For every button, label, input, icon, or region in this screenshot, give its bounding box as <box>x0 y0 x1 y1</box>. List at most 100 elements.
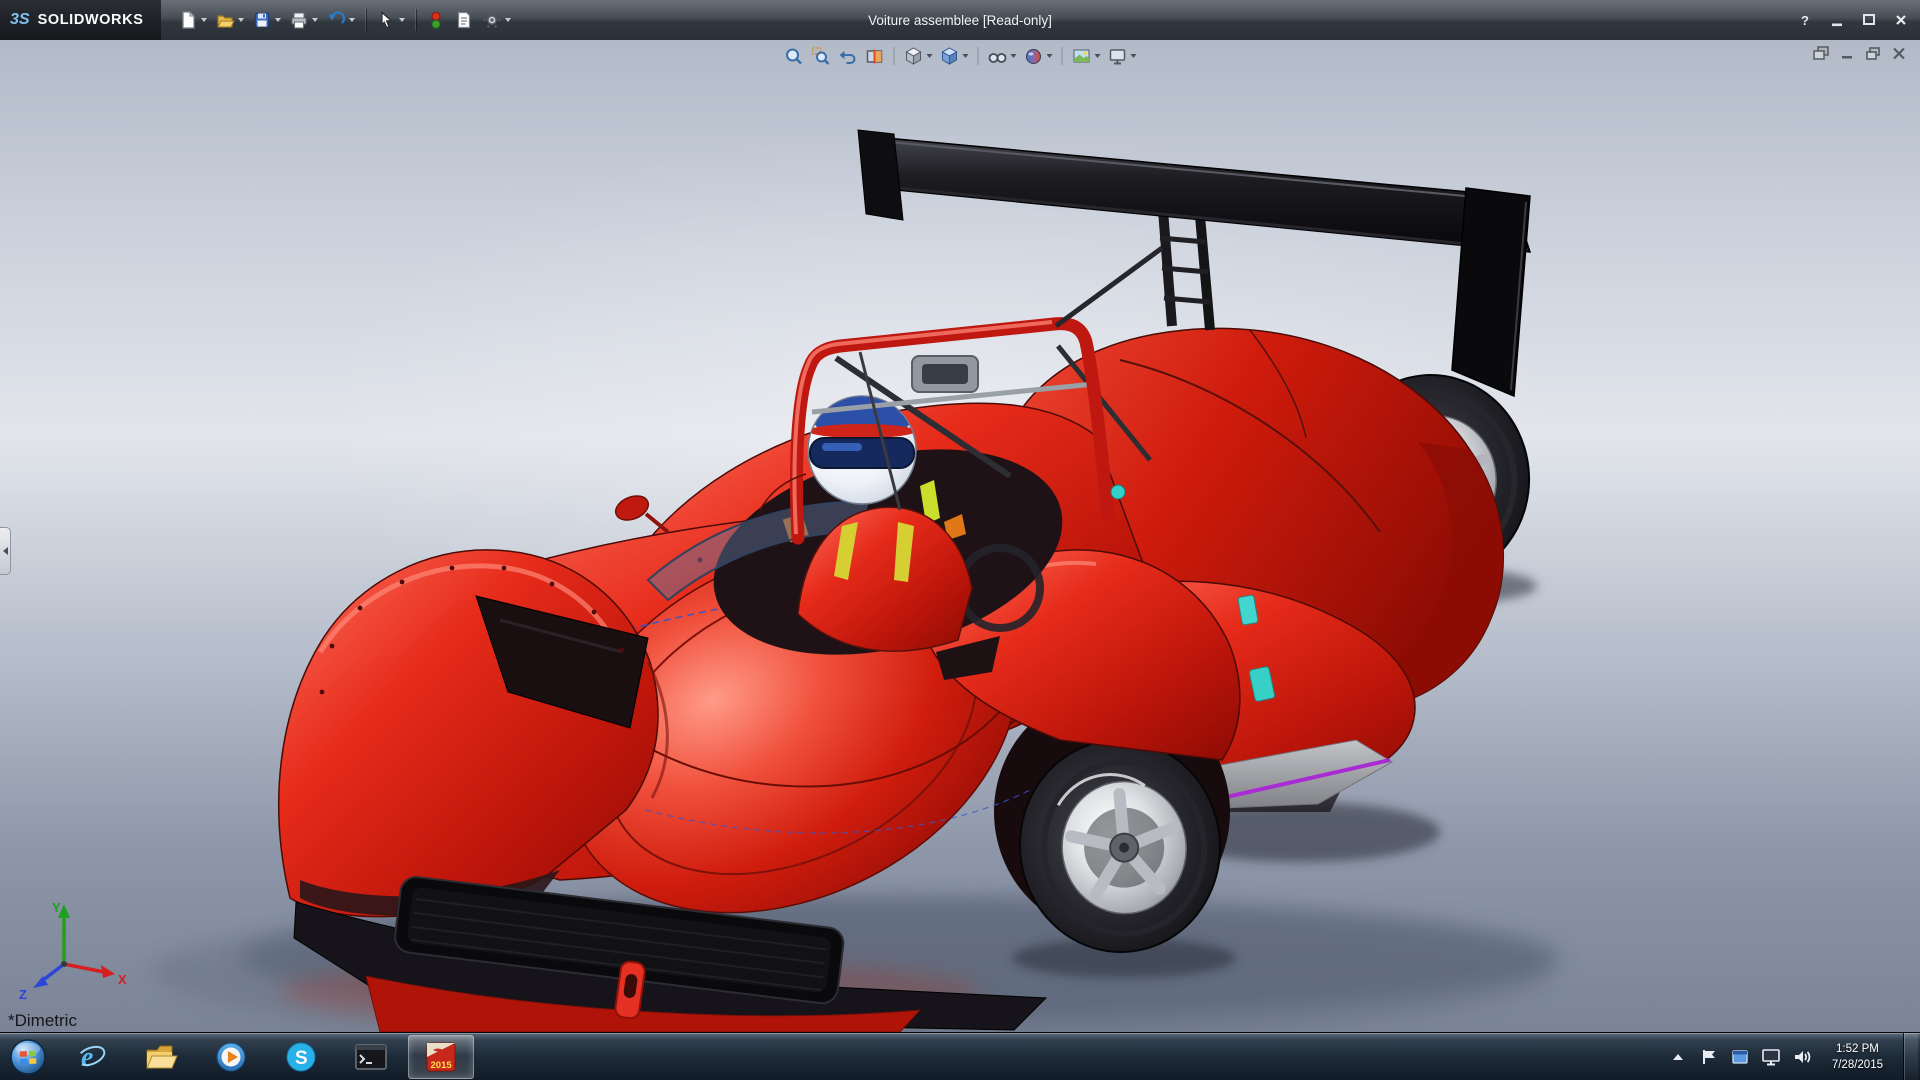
file-properties-icon <box>454 10 474 30</box>
close-document-button[interactable] <box>1890 45 1908 61</box>
minimize-icon <box>1828 11 1846 29</box>
folder-icon <box>144 1042 178 1072</box>
zoom-to-area-icon <box>811 46 831 66</box>
dropdown-arrow <box>201 18 207 22</box>
toolbar-separator <box>978 47 979 65</box>
view-cube-icon <box>904 46 924 66</box>
window-title: Voiture assemblee [Read-only] <box>868 0 1052 40</box>
toolbar-separator <box>365 9 366 31</box>
flag-icon <box>1700 1048 1718 1066</box>
open-document-button[interactable] <box>212 5 247 35</box>
eyeglasses-icon <box>988 46 1008 66</box>
close-document-icon <box>1891 46 1907 61</box>
section-view-button[interactable] <box>863 45 887 67</box>
maximize-button[interactable] <box>1854 9 1884 31</box>
clock-time: 1:52 PM <box>1836 1041 1879 1057</box>
previous-view-button[interactable] <box>836 45 860 67</box>
minimize-document-button[interactable] <box>1838 45 1856 61</box>
scene-icon <box>1072 46 1092 66</box>
rebuild-button[interactable] <box>423 5 449 35</box>
toolbar-separator <box>894 47 895 65</box>
minimize-document-icon <box>1839 46 1855 61</box>
taskbar: e S <box>0 1032 1920 1080</box>
options-gear-icon <box>482 10 502 30</box>
edit-appearance-button[interactable] <box>1022 45 1055 67</box>
media-player-button[interactable] <box>198 1035 264 1079</box>
model-render[interactable] <box>0 40 1920 1032</box>
action-center-button[interactable] <box>1699 1047 1719 1067</box>
skype-button[interactable]: S <box>268 1035 334 1079</box>
new-window-button[interactable] <box>1812 45 1830 61</box>
dropdown-arrow <box>312 18 318 22</box>
display-style-button[interactable] <box>938 45 971 67</box>
solidworks-badge: 2015 <box>431 1060 453 1071</box>
hide-show-items-button[interactable] <box>986 45 1019 67</box>
file-explorer-button[interactable] <box>128 1035 194 1079</box>
solidworks-logo: 3S SOLIDWORKS <box>0 0 161 40</box>
monitor-icon <box>1761 1048 1781 1066</box>
dropdown-arrow <box>1095 54 1101 58</box>
volume-button[interactable] <box>1792 1047 1812 1067</box>
section-view-icon <box>865 46 885 66</box>
command-prompt-button[interactable] <box>338 1035 404 1079</box>
show-desktop-button[interactable] <box>1903 1033 1918 1080</box>
display-style-icon <box>940 46 960 66</box>
zoom-to-area-button[interactable] <box>809 45 833 67</box>
dropdown-arrow <box>963 54 969 58</box>
save-button[interactable] <box>249 5 284 35</box>
speaker-icon <box>1792 1048 1812 1066</box>
select-cursor-icon <box>376 10 396 30</box>
solidworks-2015-button[interactable]: 2015 <box>408 1035 474 1079</box>
internet-explorer-icon: e <box>74 1040 108 1074</box>
undo-arrow-icon <box>326 10 346 30</box>
display-tray-icon[interactable] <box>1761 1047 1781 1067</box>
toolbar-separator <box>415 9 416 31</box>
title-bar: 3S SOLIDWORKS <box>0 0 1920 41</box>
reference-triad: Y X Z <box>14 896 134 1006</box>
show-hidden-icons-button[interactable] <box>1668 1047 1688 1067</box>
options-button[interactable] <box>479 5 514 35</box>
undo-button[interactable] <box>323 5 358 35</box>
dropdown-arrow <box>1047 54 1053 58</box>
visor <box>810 438 914 468</box>
heads-up-view-toolbar <box>782 45 1139 67</box>
running-application-tray-icon[interactable] <box>1730 1047 1750 1067</box>
dropdown-arrow <box>275 18 281 22</box>
side-mirror[interactable] <box>612 491 668 532</box>
new-document-button[interactable] <box>175 5 210 35</box>
triad-x-label: X <box>118 972 127 987</box>
new-document-icon <box>178 10 198 30</box>
file-properties-button[interactable] <box>451 5 477 35</box>
feature-manager-splitter[interactable] <box>0 527 11 575</box>
select-button[interactable] <box>373 5 408 35</box>
application-window-icon <box>1731 1048 1749 1066</box>
brand-text: SOLIDWORKS <box>38 12 144 28</box>
taskbar-clock[interactable]: 1:52 PM 7/28/2015 <box>1823 1041 1892 1073</box>
close-button[interactable] <box>1886 9 1916 31</box>
print-button[interactable] <box>286 5 321 35</box>
rebuild-icon <box>426 10 446 30</box>
chevron-up-icon <box>1673 1054 1683 1060</box>
internet-explorer-button[interactable]: e <box>58 1035 124 1079</box>
toolbar-separator <box>1062 47 1063 65</box>
zoom-to-fit-button[interactable] <box>782 45 806 67</box>
windows-start-orb-icon <box>8 1037 48 1077</box>
restore-document-button[interactable] <box>1864 45 1882 61</box>
dropdown-arrow <box>238 18 244 22</box>
command-prompt-icon <box>354 1043 388 1071</box>
system-tray: 1:52 PM 7/28/2015 <box>1668 1033 1920 1080</box>
cyan-marker <box>1111 485 1125 499</box>
save-floppy-icon <box>252 10 272 30</box>
minimize-button[interactable] <box>1822 9 1852 31</box>
graphics-area[interactable]: Y X Z *Dimetric <box>0 40 1920 1032</box>
view-orientation-button[interactable] <box>902 45 935 67</box>
view-settings-button[interactable] <box>1106 45 1139 67</box>
svg-text:S: S <box>295 1048 308 1069</box>
view-orientation-label: *Dimetric <box>8 1011 77 1031</box>
dropdown-arrow <box>1131 54 1137 58</box>
solidworks-window: 3S SOLIDWORKS <box>0 0 1920 1080</box>
start-button[interactable] <box>0 1033 56 1080</box>
apply-scene-button[interactable] <box>1070 45 1103 67</box>
help-button[interactable]: ? <box>1790 9 1820 31</box>
dropdown-arrow <box>399 18 405 22</box>
